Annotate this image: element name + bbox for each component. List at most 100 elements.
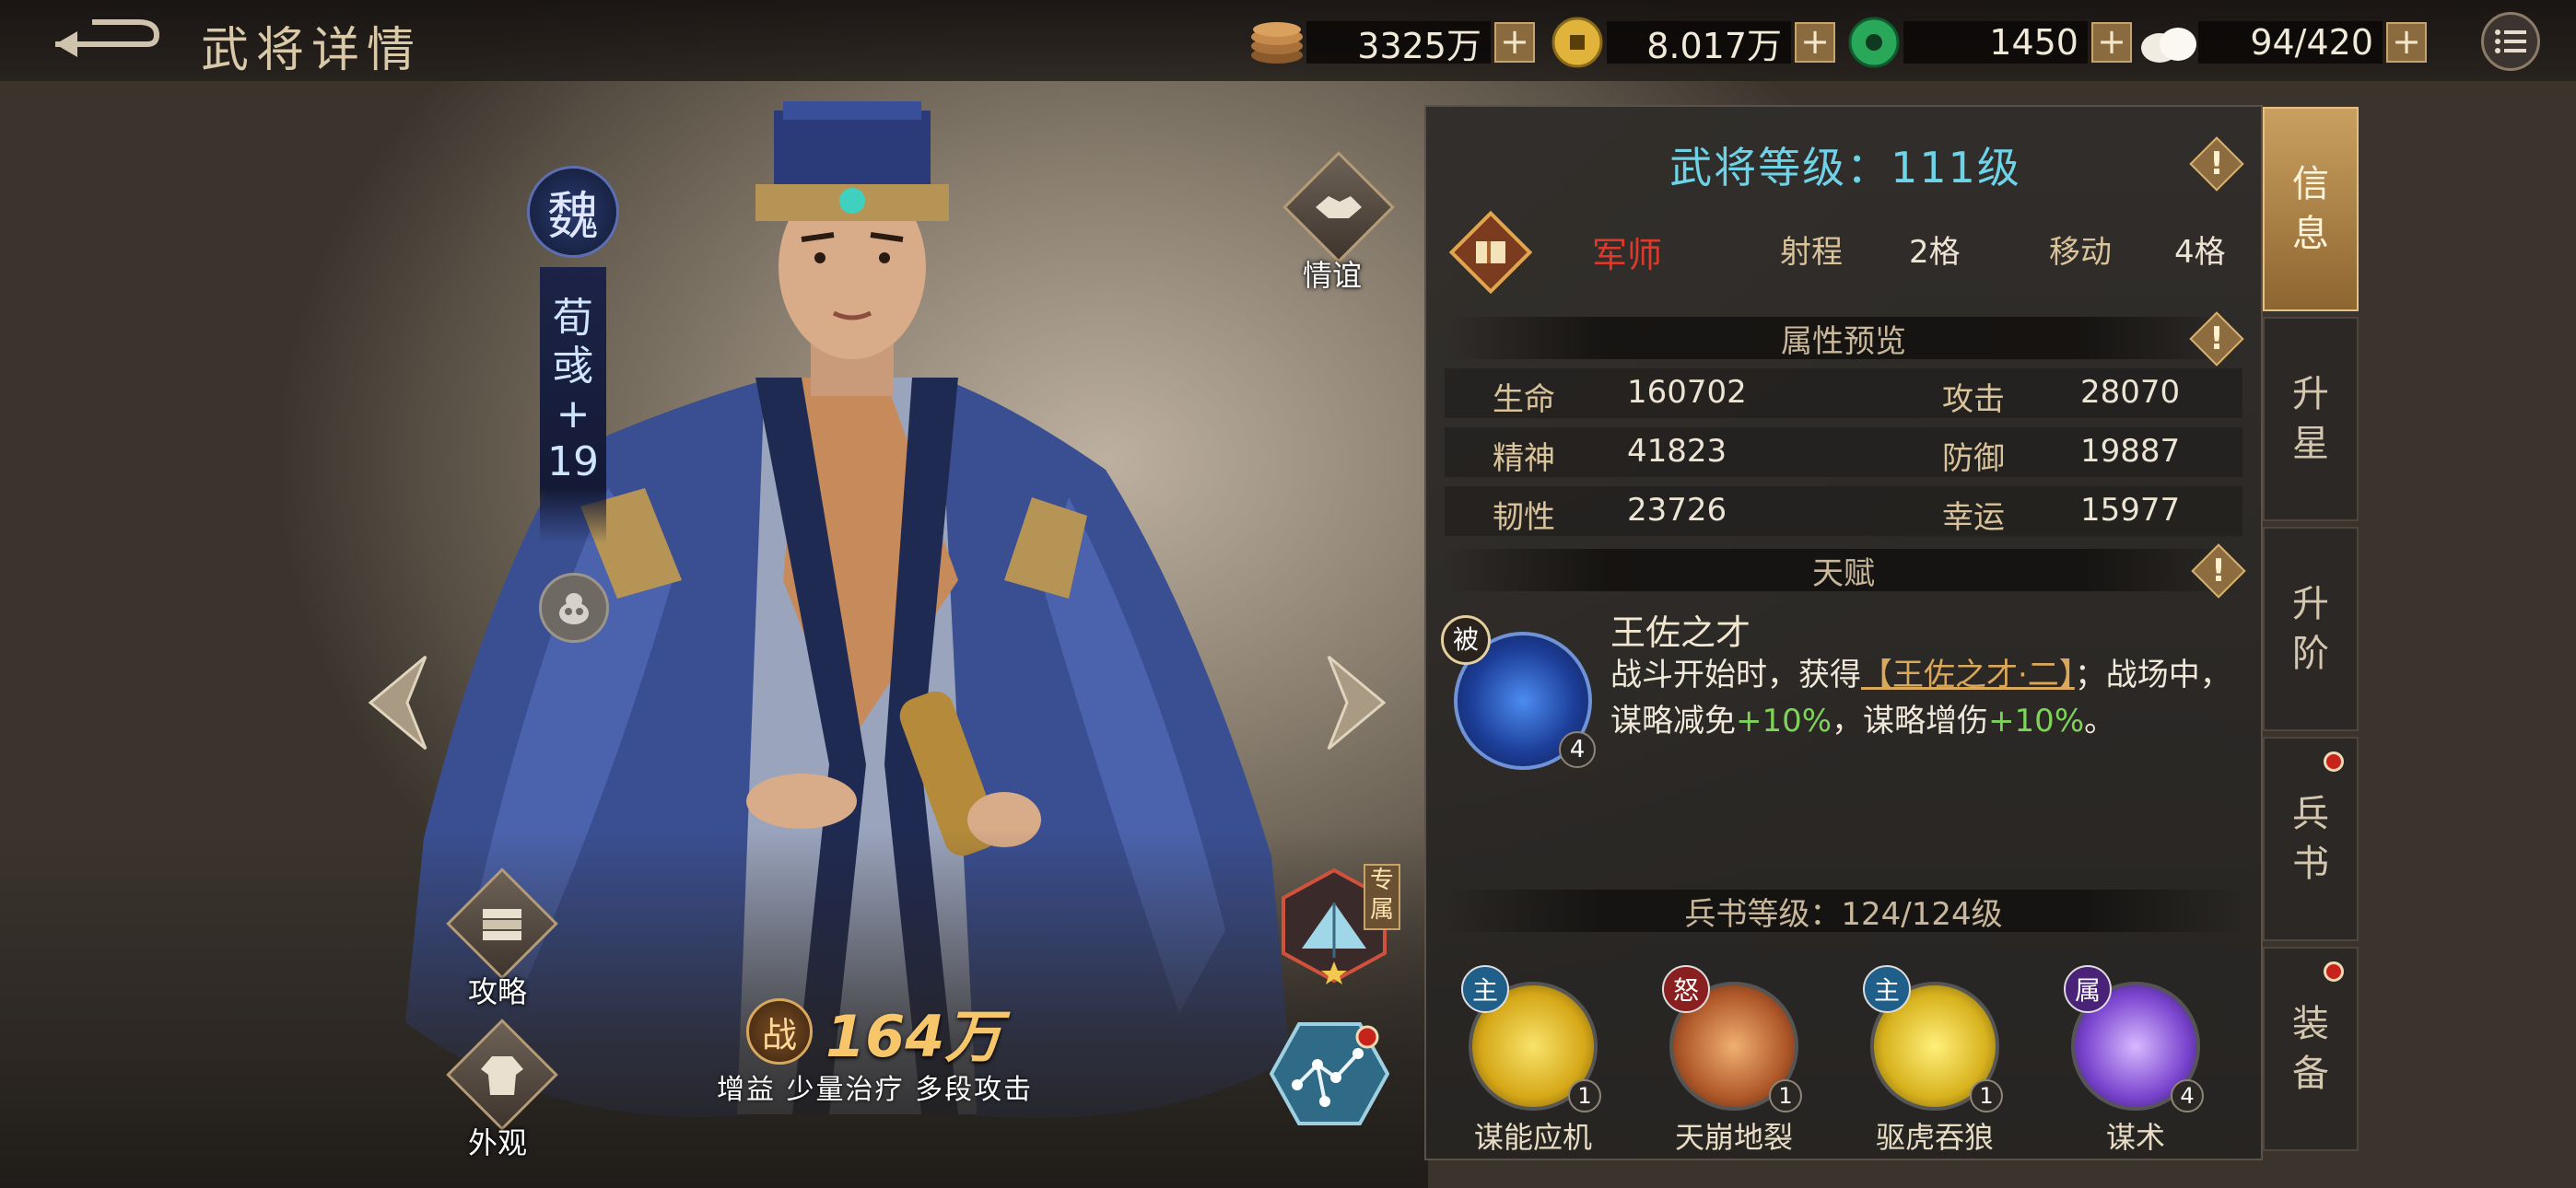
hero-name-banner: 荀 彧 + 19 xyxy=(540,267,606,543)
stat-label: 生命 xyxy=(1493,381,1555,418)
jade-value: 1450 xyxy=(1903,21,2088,64)
robe-icon xyxy=(481,1056,523,1095)
hero-name-char: + xyxy=(556,390,591,437)
info-icon: ! xyxy=(2209,146,2224,182)
attribute-badge: 属 xyxy=(2064,965,2112,1013)
handshake-icon xyxy=(1316,196,1362,218)
appearance-label: 外观 xyxy=(468,1125,528,1160)
list-menu-icon xyxy=(2495,29,2526,53)
stat-row: 韧性 23726 幸运 15977 xyxy=(1445,486,2242,536)
info-icon: ! xyxy=(2211,553,2226,589)
stat-value: 41823 xyxy=(1627,433,1727,470)
passive-badge: 被 xyxy=(1441,615,1491,665)
steamed-bun-icon xyxy=(2139,17,2198,68)
talent-info-button[interactable]: ! xyxy=(2191,543,2246,599)
stat-label: 精神 xyxy=(1493,440,1555,477)
prev-hero-arrow-icon[interactable] xyxy=(361,652,435,753)
talent-header: 天赋 xyxy=(1445,549,2242,592)
resource-copper: 3325万 + xyxy=(1247,17,1535,68)
tab-equipment[interactable]: 装 备 xyxy=(2263,947,2359,1151)
stat-value: 160702 xyxy=(1627,374,1747,411)
notification-dot xyxy=(2324,961,2344,982)
resource-gold: 8.017万 + xyxy=(1548,17,1835,68)
appearance-button[interactable] xyxy=(446,1019,558,1131)
stat-label: 攻击 xyxy=(1942,381,2005,418)
power-value: 164万 xyxy=(825,1003,1002,1070)
hero-name-char: 荀 xyxy=(553,295,593,342)
hero-name-char: 彧 xyxy=(553,343,593,390)
stat-row: 生命 160702 攻击 28070 xyxy=(1445,368,2242,418)
stat-label: 防御 xyxy=(1942,440,2005,477)
active-badge: 主 xyxy=(1461,965,1509,1013)
class-name: 军师 xyxy=(1592,235,1663,275)
skill-slot[interactable]: 主 1 谋能应机 xyxy=(1459,965,1607,1155)
skill-level: 4 xyxy=(2171,1079,2204,1112)
constellation-icon[interactable] xyxy=(1270,1020,1389,1127)
add-gold-button[interactable]: + xyxy=(1795,22,1835,63)
exclusive-tag: 专属 xyxy=(1364,864,1400,930)
stat-label: 幸运 xyxy=(1942,499,2005,536)
notification-dot xyxy=(2324,751,2344,772)
top-bar: 武将详情 3325万 + 8.017万 + 1450 + 94/420 + xyxy=(0,0,2576,81)
power-badge: 战 xyxy=(746,998,813,1065)
strategy-label: 攻略 xyxy=(468,974,528,1009)
next-hero-arrow-icon[interactable] xyxy=(1319,652,1393,753)
friendship-button[interactable] xyxy=(1282,151,1395,263)
add-food-button[interactable]: + xyxy=(2386,22,2427,63)
active-badge: 主 xyxy=(1863,965,1911,1013)
skill-level: 1 xyxy=(1970,1079,2003,1112)
stat-value: 15977 xyxy=(2080,492,2181,529)
stat-label: 韧性 xyxy=(1493,499,1555,536)
copper-coins-icon xyxy=(1247,17,1306,68)
stat-value: 19887 xyxy=(2080,433,2181,470)
skill-slot[interactable]: 主 1 驱虎吞狼 xyxy=(1861,965,2008,1155)
range-value: 2格 xyxy=(1909,234,1961,271)
resource-jade: 1450 + xyxy=(1844,17,2132,68)
hero-level: 武将等级：111级 xyxy=(1669,143,2021,192)
add-jade-button[interactable]: + xyxy=(2091,22,2132,63)
hero-tags: 增益 少量治疗 多段攻击 xyxy=(717,1074,1034,1106)
skill-slot[interactable]: 怒 1 天崩地裂 xyxy=(1660,965,1808,1155)
talent-name: 王佐之才 xyxy=(1610,612,1751,653)
gourd-button[interactable] xyxy=(539,573,609,643)
attribute-info-button[interactable]: ! xyxy=(2189,311,2244,367)
menu-button[interactable] xyxy=(2481,12,2540,71)
strategy-button[interactable] xyxy=(446,868,558,980)
tab-war-book[interactable]: 兵 书 xyxy=(2263,737,2359,941)
info-icon: ! xyxy=(2209,320,2224,357)
book-stack-icon xyxy=(483,909,521,940)
friendship-label: 情谊 xyxy=(1303,258,1363,293)
hero-name-char: 19 xyxy=(547,438,599,485)
stat-value: 23726 xyxy=(1627,492,1727,529)
attribute-header: 属性预览 xyxy=(1445,317,2242,360)
ground-shadow xyxy=(0,829,1428,1188)
tab-rank-up[interactable]: 升 阶 xyxy=(2263,527,2359,731)
move-value: 4格 xyxy=(2174,234,2226,271)
skill-level: 1 xyxy=(1568,1079,1601,1112)
jade-icon xyxy=(1844,17,1903,68)
back-arrow-icon[interactable] xyxy=(37,13,166,68)
skill-name: 谋术 xyxy=(2105,1120,2165,1155)
book-level-header: 兵书等级：124/124级 xyxy=(1445,890,2242,933)
info-panel: 武将等级：111级 ! 军师 射程 2格 移动 4格 属性预览 ! 生命 160… xyxy=(1424,105,2263,1160)
talent-buff-link[interactable]: 【王佐之才·二】 xyxy=(1861,657,2075,693)
gourd-icon xyxy=(559,593,589,624)
copper-value: 3325万 xyxy=(1306,21,1491,66)
resource-food: 94/420 + xyxy=(2139,17,2427,68)
combat-power: 战 164万 xyxy=(746,990,1001,1073)
move-label: 移动 xyxy=(2049,234,2112,271)
page-title: 武将详情 xyxy=(201,23,423,78)
range-label: 射程 xyxy=(1780,234,1843,271)
tab-star-up[interactable]: 升 星 xyxy=(2263,317,2359,521)
talent-level: 4 xyxy=(1559,731,1596,768)
stat-row: 精神 41823 防御 19887 xyxy=(1445,427,2242,477)
gold-coin-icon xyxy=(1548,17,1607,68)
food-value: 94/420 xyxy=(2198,21,2383,64)
add-copper-button[interactable]: + xyxy=(1494,22,1535,63)
skill-slot[interactable]: 属 4 谋术 xyxy=(2062,965,2209,1155)
stat-value: 28070 xyxy=(2080,374,2181,411)
strategist-class-icon xyxy=(1448,210,1533,295)
tab-info[interactable]: 信 息 xyxy=(2263,107,2359,311)
skill-name: 谋能应机 xyxy=(1473,1120,1592,1155)
level-info-button[interactable]: ! xyxy=(2189,136,2244,192)
